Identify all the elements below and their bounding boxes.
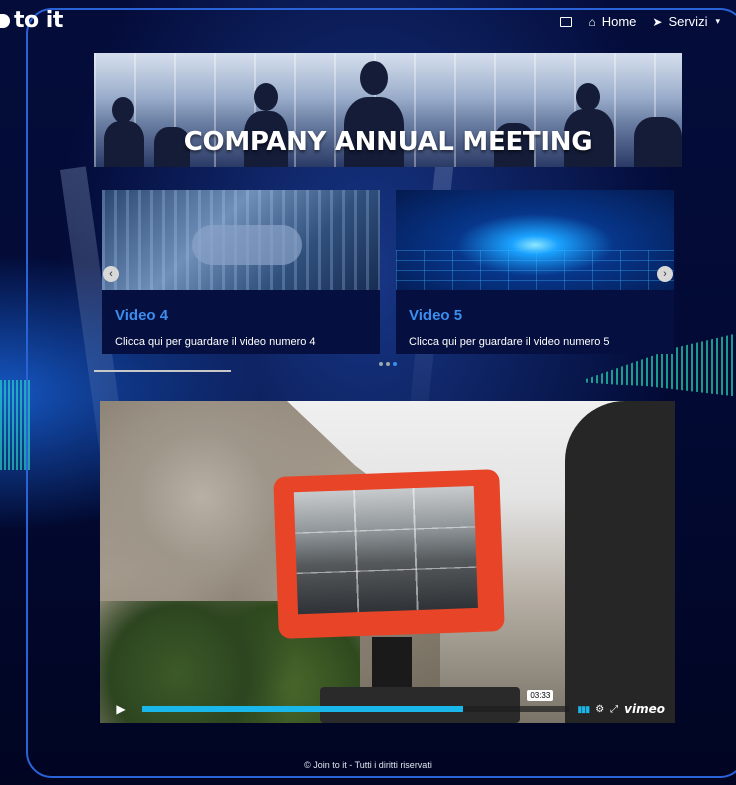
video-player[interactable]	[100, 401, 675, 723]
caret-down-icon: ▾	[715, 16, 720, 26]
card-thumbnail	[396, 190, 674, 290]
video-time: 03:33	[527, 690, 554, 701]
footer-text: © Join to it - Tutti i diritti riservati	[304, 760, 432, 770]
video-progress-fill	[142, 706, 463, 712]
nav-servizi-label: Servizi	[668, 14, 708, 29]
card-title[interactable]: Video 5	[409, 307, 462, 324]
chevron-left-icon: ‹	[109, 268, 113, 280]
nav-item-tv[interactable]	[560, 16, 573, 27]
handshake-shape	[192, 225, 302, 265]
play-icon: ▶	[116, 702, 126, 716]
settings-icon[interactable]: ⚙	[595, 704, 604, 715]
silhouette-head	[112, 97, 134, 123]
site-header: to it ⌂ Home ➤ Servizi ▾	[0, 0, 736, 48]
nav-item-servizi[interactable]: ➤ Servizi ▾	[652, 14, 720, 29]
card-description: Clicca qui per guardare il video numero …	[409, 336, 610, 348]
video-progress-bar[interactable]: 03:33	[142, 690, 570, 712]
carousel-dot[interactable]	[379, 362, 383, 366]
carousel-prev-button[interactable]: ‹	[103, 266, 119, 282]
video-frame-monitor	[273, 469, 505, 639]
chevron-right-icon: ›	[663, 268, 667, 280]
carousel-dot[interactable]	[386, 362, 390, 366]
banner-title: COMPANY ANNUAL MEETING	[183, 127, 593, 157]
home-icon: ⌂	[588, 14, 596, 29]
card-description: Clicca qui per guardare il video numero …	[115, 336, 316, 348]
video-controls: ▶ 03:33 ▮▮▮ ⚙ ⤢ vimeo	[100, 690, 675, 721]
card-thumbnail	[102, 190, 380, 290]
fullscreen-icon[interactable]: ⤢	[610, 704, 618, 715]
nav-home-label: Home	[601, 14, 637, 29]
carousel-next-button[interactable]: ›	[657, 266, 673, 282]
carousel-dot-active[interactable]	[393, 362, 397, 366]
carousel-dots	[379, 362, 397, 366]
silhouette-head	[576, 83, 600, 111]
video-frame-hood	[565, 401, 675, 723]
video-frame-mount	[372, 637, 412, 687]
video-card[interactable]: Video 5 Clicca qui per guardare il video…	[396, 190, 674, 354]
section-divider	[94, 370, 231, 372]
monitor-screen	[293, 486, 478, 615]
card-title[interactable]: Video 4	[115, 307, 168, 324]
play-button[interactable]: ▶	[100, 697, 142, 721]
silhouette-head	[360, 61, 388, 95]
site-logo[interactable]: to it	[0, 8, 63, 33]
logo-mark-icon	[0, 14, 10, 28]
video-card[interactable]: Video 4 Clicca qui per guardare il video…	[102, 190, 380, 354]
main-nav: ⌂ Home ➤ Servizi ▾	[560, 14, 736, 29]
compass-icon: ➤	[652, 14, 663, 29]
nav-item-home[interactable]: ⌂ Home	[588, 14, 636, 29]
tv-icon	[560, 16, 573, 27]
vimeo-logo[interactable]: vimeo	[624, 702, 665, 716]
volume-icon[interactable]: ▮▮▮	[577, 704, 590, 715]
silhouette-head	[254, 83, 278, 111]
event-banner: COMPANY ANNUAL MEETING	[94, 53, 682, 167]
logo-text: to it	[14, 8, 63, 33]
